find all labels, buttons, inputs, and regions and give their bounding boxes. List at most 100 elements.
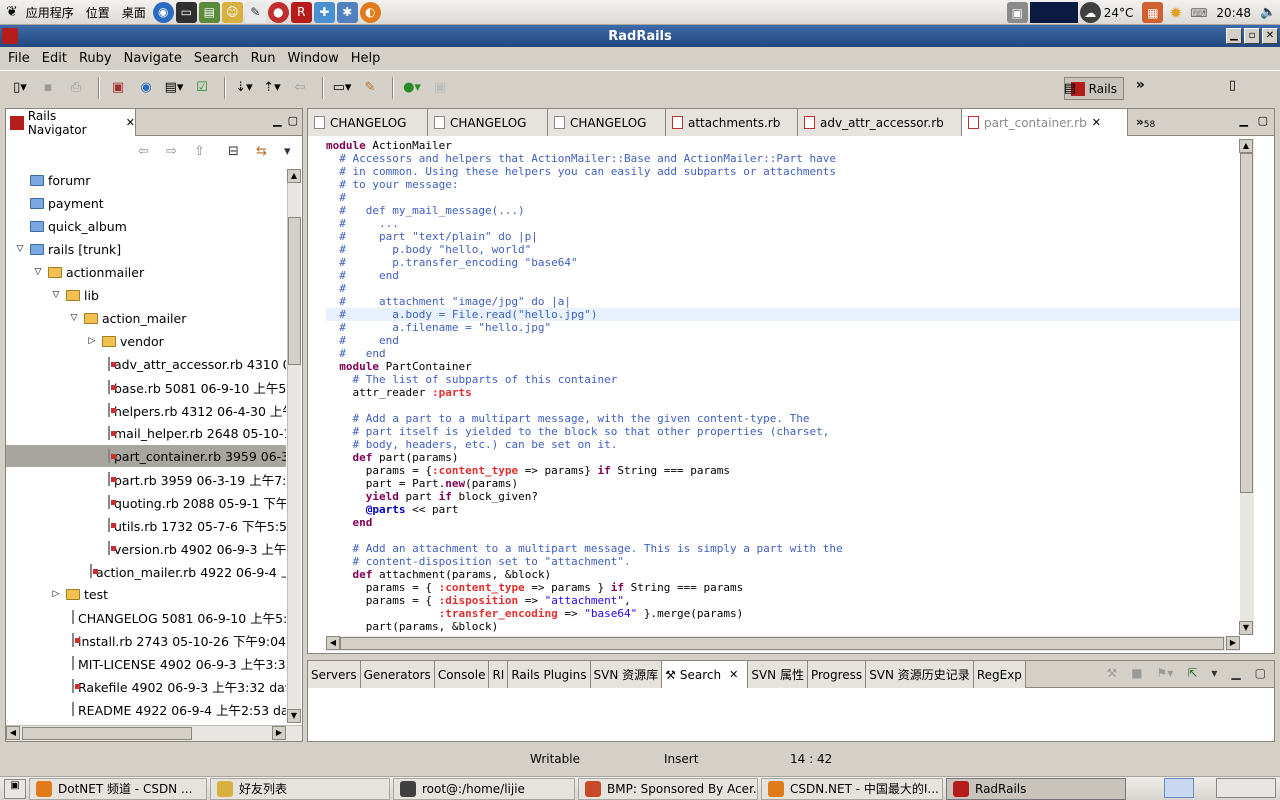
code-line[interactable]: part = Part.new(params) — [326, 477, 1244, 490]
editor-tab[interactable]: part_container.rb ✕ — [962, 109, 1128, 136]
expanded-twisty-icon[interactable]: ▽ — [50, 290, 62, 300]
places-menu[interactable]: 位置 — [80, 4, 116, 21]
tree-item[interactable]: ▽ actionmailer — [6, 261, 286, 283]
code-line[interactable]: # in common. Using these helpers you can… — [326, 165, 1244, 178]
books-launcher-icon[interactable]: ▤ — [198, 1, 220, 23]
scroll-up-arrow[interactable]: ▲ — [287, 169, 301, 183]
code-area[interactable]: module ActionMailer # Accessors and help… — [326, 139, 1244, 635]
editor-vertical-scrollbar[interactable]: ▲ ▼ — [1239, 139, 1254, 635]
editor-tab[interactable]: attachments.rb — [666, 109, 798, 136]
taskbar-button[interactable]: RadRails — [946, 777, 1126, 800]
code-line[interactable] — [326, 399, 1244, 412]
tree-item[interactable]: quoting.rb 2088 05-9-1 下午1 — [6, 491, 286, 513]
print-icon[interactable]: ⎙ — [64, 76, 88, 100]
globe-launcher-icon[interactable]: ◉ — [152, 1, 174, 23]
save-icon[interactable]: ▪ — [36, 76, 60, 100]
open-perspective-icon[interactable]: ▤ — [1064, 81, 1076, 96]
tab-rails-navigator[interactable]: Rails Navigator ✕ — [6, 109, 136, 137]
bottom-tab[interactable]: SVN 资源库 — [590, 661, 663, 688]
keyboard-icon[interactable]: ⌨ — [1188, 2, 1209, 23]
code-line[interactable]: # body, headers, etc.) can be set on it. — [326, 438, 1244, 451]
console-icon[interactable]: ▣ — [106, 76, 130, 100]
window-titlebar[interactable]: RadRails ▁ ▫ ✕ — [0, 25, 1280, 47]
code-line[interactable]: # The list of subparts of this container — [326, 373, 1244, 386]
expanded-twisty-icon[interactable]: ▽ — [68, 313, 80, 323]
desktop-menu[interactable]: 桌面 — [116, 4, 152, 21]
view-menu-icon[interactable]: ▾ — [1211, 666, 1217, 680]
code-line[interactable]: # def my_mail_message(...) — [326, 204, 1244, 217]
new-file-icon[interactable]: ▯▾ — [8, 76, 32, 100]
minimize-editor-icon[interactable]: ▁ — [1240, 114, 1248, 127]
menu-navigate[interactable]: Navigate — [118, 51, 188, 66]
scroll-thumb[interactable] — [22, 727, 192, 740]
back-arrow-icon[interactable]: ⇦ — [138, 144, 149, 159]
code-line[interactable]: def attachment(params, &block) — [326, 568, 1244, 581]
menu-window[interactable]: Window — [282, 51, 345, 66]
collapsed-twisty-icon[interactable]: ▷ — [50, 589, 62, 599]
tree-item[interactable]: action_mailer.rb 4922 06-9-4 上午 — [6, 560, 286, 582]
search-history-icon[interactable]: ⚑▾ — [1157, 666, 1174, 680]
rails-tool-icon[interactable]: ✎ — [358, 76, 382, 100]
gnome-foot-icon[interactable]: ❦ — [0, 4, 20, 20]
scroll-thumb[interactable] — [1240, 153, 1253, 493]
bottom-tab[interactable]: RI — [489, 661, 509, 688]
tree-item[interactable]: ▷ test — [6, 583, 286, 605]
bottom-tab[interactable]: Console — [434, 661, 490, 688]
tree-item[interactable]: quick_album — [6, 215, 286, 237]
show-desktop-icon[interactable]: ▣ — [4, 778, 26, 799]
expanded-twisty-icon[interactable]: ▽ — [32, 267, 44, 277]
code-line[interactable]: # p.transfer_encoding "base64" — [326, 256, 1244, 269]
workspace-switcher-2[interactable] — [1216, 778, 1276, 798]
tree-item[interactable]: base.rb 5081 06-9-10 上午5:5 — [6, 376, 286, 398]
code-line[interactable]: # p.body "hello, world" — [326, 243, 1244, 256]
view-menu-icon[interactable]: ▾ — [284, 144, 291, 159]
maximize-button[interactable]: ▫ — [1244, 28, 1260, 44]
menu-file[interactable]: File — [2, 51, 36, 66]
back-icon[interactable]: ⇦ — [288, 76, 312, 100]
navigator-horizontal-scrollbar[interactable]: ◀ ▶ — [6, 725, 302, 741]
tree-item[interactable]: adv_attr_accessor.rb 4310 06 — [6, 353, 286, 375]
open-folder-icon[interactable]: ▭▾ — [330, 76, 354, 100]
generators-icon[interactable]: ▤▾ — [162, 76, 186, 100]
code-line[interactable]: module PartContainer — [326, 360, 1244, 373]
perspective-overflow[interactable]: » — [1136, 77, 1145, 93]
ball-launcher-icon[interactable]: ● — [267, 1, 289, 23]
maximize-view-icon[interactable]: ▢ — [288, 114, 298, 127]
scroll-left-arrow[interactable]: ◀ — [6, 726, 20, 740]
scroll-down-arrow[interactable]: ▼ — [287, 709, 301, 723]
tab-overflow-button[interactable]: » 58 — [1128, 109, 1155, 135]
code-line[interactable]: # — [326, 282, 1244, 295]
code-line[interactable]: # a.filename = "hello.jpg" — [326, 321, 1244, 334]
minimize-button[interactable]: ▁ — [1226, 28, 1242, 44]
maximize-editor-icon[interactable]: ▢ — [1258, 114, 1268, 127]
applet-icon[interactable]: ▦ — [1142, 2, 1164, 23]
code-line[interactable]: # part itself is yielded to the block so… — [326, 425, 1244, 438]
tree-item[interactable]: part_container.rb 3959 06-3- — [6, 445, 286, 467]
bottom-tab[interactable]: RegExp — [973, 661, 1026, 688]
maximize-view-icon[interactable]: ▢ — [1255, 666, 1266, 680]
code-line[interactable]: # Add a part to a multipart message, wit… — [326, 412, 1244, 425]
tree-item[interactable]: ▽ action_mailer — [6, 307, 286, 329]
stop-icon[interactable]: ■ — [1131, 666, 1142, 680]
tree-item[interactable]: Rakefile 4902 06-9-3 上午3:32 davi — [6, 675, 286, 697]
close-button[interactable]: ✕ — [1262, 28, 1278, 44]
toolbar-pin-icon[interactable]: ▯ — [1229, 78, 1236, 93]
bottom-tab[interactable]: Servers — [308, 661, 361, 688]
network-launcher-icon[interactable]: ✚ — [313, 1, 335, 23]
check-icon[interactable]: ☑ — [190, 76, 214, 100]
bottom-tab[interactable]: ⚒ Search ✕ — [662, 661, 749, 688]
radrails-app-icon[interactable] — [2, 28, 18, 44]
code-line[interactable]: params = { :content_type => params } if … — [326, 581, 1244, 594]
firefox-launcher-icon[interactable]: ◐ — [359, 1, 381, 23]
close-tab-icon[interactable]: ✕ — [1092, 116, 1101, 129]
tree-item[interactable]: MIT-LICENSE 4902 06-9-3 上午3:32 — [6, 652, 286, 674]
code-line[interactable]: end — [326, 516, 1244, 529]
expanded-twisty-icon[interactable]: ▽ — [14, 244, 26, 254]
code-line[interactable]: @parts << part — [326, 503, 1244, 516]
code-line[interactable]: # to your message: — [326, 178, 1244, 191]
scroll-right-arrow[interactable]: ▶ — [1226, 636, 1240, 650]
editor-launcher-icon[interactable]: ✎ — [244, 1, 266, 23]
code-line[interactable]: attr_reader :parts — [326, 386, 1244, 399]
tree-item[interactable]: ▽ lib — [6, 284, 286, 306]
code-line[interactable]: # ... — [326, 217, 1244, 230]
